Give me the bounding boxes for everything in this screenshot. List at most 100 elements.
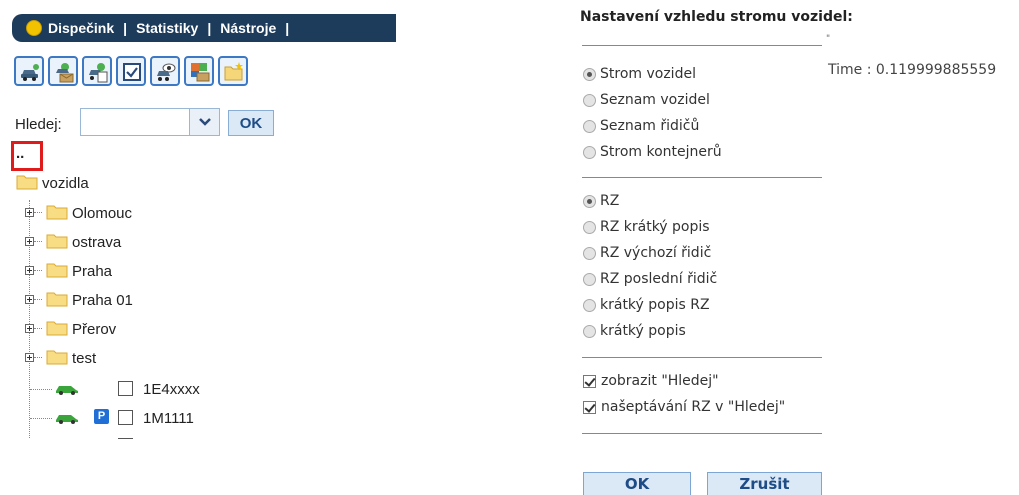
radio-label-rz-posledni-ridic[interactable]: RZ poslední řidič — [583, 269, 717, 289]
tree-folder-label[interactable]: Praha — [72, 263, 112, 280]
radio-icon[interactable] — [583, 220, 596, 234]
divider — [582, 45, 822, 46]
settings-ok-button[interactable]: OK — [583, 472, 691, 495]
search-input[interactable] — [80, 108, 190, 136]
folder-icon — [46, 205, 68, 220]
search-label: Hledej: — [15, 116, 62, 133]
checkbox-icon[interactable] — [583, 400, 596, 414]
car-eye-icon[interactable] — [150, 56, 180, 86]
car-key-icon[interactable] — [14, 56, 44, 86]
radio-view-seznam-vozidel[interactable]: Seznam vozidel — [583, 90, 710, 110]
tree-folder-label[interactable]: Přerov — [72, 321, 116, 338]
tree-folder-label[interactable]: ostrava — [72, 234, 121, 251]
checklist-icon[interactable] — [116, 56, 146, 86]
radio-icon[interactable] — [583, 67, 596, 81]
radio-label-kratky-popis-rz[interactable]: krátký popis RZ — [583, 295, 710, 315]
vehicle-checkbox[interactable] — [118, 410, 133, 425]
nav-item-nastroje[interactable]: Nástroje — [220, 20, 276, 36]
radio-icon[interactable] — [583, 298, 596, 312]
radio-label-rz-vychozi-ridic[interactable]: RZ výchozí řidič — [583, 243, 711, 263]
radio-label-kratky-popis[interactable]: krátký popis — [583, 321, 686, 341]
divider — [582, 177, 822, 178]
parking-badge-icon: P — [94, 409, 109, 424]
checkbox-zobrazit-hledej[interactable]: zobrazit "Hledej" — [583, 371, 719, 391]
tree-folder-label[interactable]: test — [72, 350, 96, 367]
radio-icon[interactable] — [583, 246, 596, 260]
radio-icon[interactable] — [583, 93, 596, 107]
expand-icon[interactable] — [25, 295, 34, 304]
tree-folder-label[interactable]: Praha 01 — [72, 292, 133, 309]
radio-view-seznam-ridicu[interactable]: Seznam řidičů — [583, 116, 699, 136]
nav-item-dispecink[interactable]: Dispečink — [48, 20, 114, 36]
folder-icon — [46, 234, 68, 249]
radio-label: krátký popis RZ — [600, 297, 710, 313]
tree-connector — [30, 418, 52, 419]
main-nav-bar: Dispečink | Statistiky | Nástroje | — [12, 14, 396, 42]
tree-connector — [30, 389, 52, 390]
folder-icon — [46, 321, 68, 336]
vehicle-plate[interactable]: 1M1111 — [143, 410, 194, 427]
divider — [582, 357, 822, 358]
radio-icon[interactable] — [583, 324, 596, 338]
search-dropdown-button[interactable] — [190, 108, 220, 136]
tree-up-item[interactable]: .. — [16, 145, 24, 162]
tree-connector — [34, 328, 42, 329]
car-icon — [56, 386, 78, 395]
radio-label: RZ krátký popis — [600, 219, 710, 235]
car-mail-icon[interactable] — [48, 56, 78, 86]
radio-label: Seznam řidičů — [600, 118, 700, 134]
tree-folder-label[interactable]: Olomouc — [72, 205, 132, 222]
folder-icon — [46, 292, 68, 307]
tree-connector — [34, 270, 42, 271]
tree-root-label[interactable]: vozidla — [42, 175, 89, 192]
radio-label: RZ výchozí řidič — [600, 245, 712, 261]
nav-item-statistiky[interactable]: Statistiky — [136, 20, 198, 36]
folder-icon — [16, 175, 38, 190]
car-icon — [56, 415, 78, 424]
tree-connector — [34, 299, 42, 300]
status-dot-icon — [26, 20, 42, 36]
radio-icon[interactable] — [583, 194, 596, 208]
radio-label: Strom vozidel — [600, 66, 696, 82]
radio-icon[interactable] — [583, 272, 596, 286]
expand-icon[interactable] — [25, 237, 34, 246]
vehicle-plate[interactable]: 1E4xxxx — [143, 381, 200, 398]
checkbox-icon[interactable] — [583, 374, 596, 388]
partial-checkbox-edge — [118, 438, 133, 439]
divider — [582, 433, 822, 434]
car-documents-icon[interactable] — [82, 56, 112, 86]
nav-separator: | — [285, 20, 290, 36]
expand-icon[interactable] — [25, 266, 34, 275]
search-ok-button[interactable]: OK — [228, 110, 274, 136]
radio-view-strom-kontejneru[interactable]: Strom kontejnerů — [583, 142, 722, 162]
time-readout: Time : 0.119999885559 — [828, 62, 997, 78]
toolbar — [14, 56, 248, 86]
tree-connector — [34, 357, 42, 358]
settings-cancel-button[interactable]: Zrušit — [707, 472, 822, 495]
radio-label: Strom kontejnerů — [600, 144, 722, 160]
nav-separator: | — [207, 20, 212, 36]
radio-view-strom-vozidel[interactable]: Strom vozidel — [583, 64, 696, 84]
small-mark: " — [826, 34, 831, 44]
vehicle-checkbox[interactable] — [118, 381, 133, 396]
tree-connector — [29, 200, 30, 438]
settings-title: Nastavení vzhledu stromu vozidel: — [580, 9, 853, 25]
checkbox-label: zobrazit "Hledej" — [601, 373, 719, 389]
expand-icon[interactable] — [25, 353, 34, 362]
expand-icon[interactable] — [25, 208, 34, 217]
radio-icon[interactable] — [583, 145, 596, 159]
folder-icon — [46, 263, 68, 278]
expand-icon[interactable] — [25, 324, 34, 333]
checkbox-naseptavani-rz[interactable]: našeptávání RZ v "Hledej" — [583, 397, 785, 417]
nav-separator: | — [123, 20, 128, 36]
new-folder-icon[interactable] — [218, 56, 248, 86]
radio-label-rz[interactable]: RZ — [583, 191, 619, 211]
radio-label: RZ — [600, 193, 620, 209]
tree-connector — [34, 212, 42, 213]
people-mail-icon[interactable] — [184, 56, 214, 86]
checkbox-label: našeptávání RZ v "Hledej" — [601, 399, 786, 415]
radio-label: RZ poslední řidič — [600, 271, 718, 287]
chevron-down-icon — [198, 118, 211, 126]
radio-icon[interactable] — [583, 119, 596, 133]
radio-label-rz-kratky-popis[interactable]: RZ krátký popis — [583, 217, 710, 237]
